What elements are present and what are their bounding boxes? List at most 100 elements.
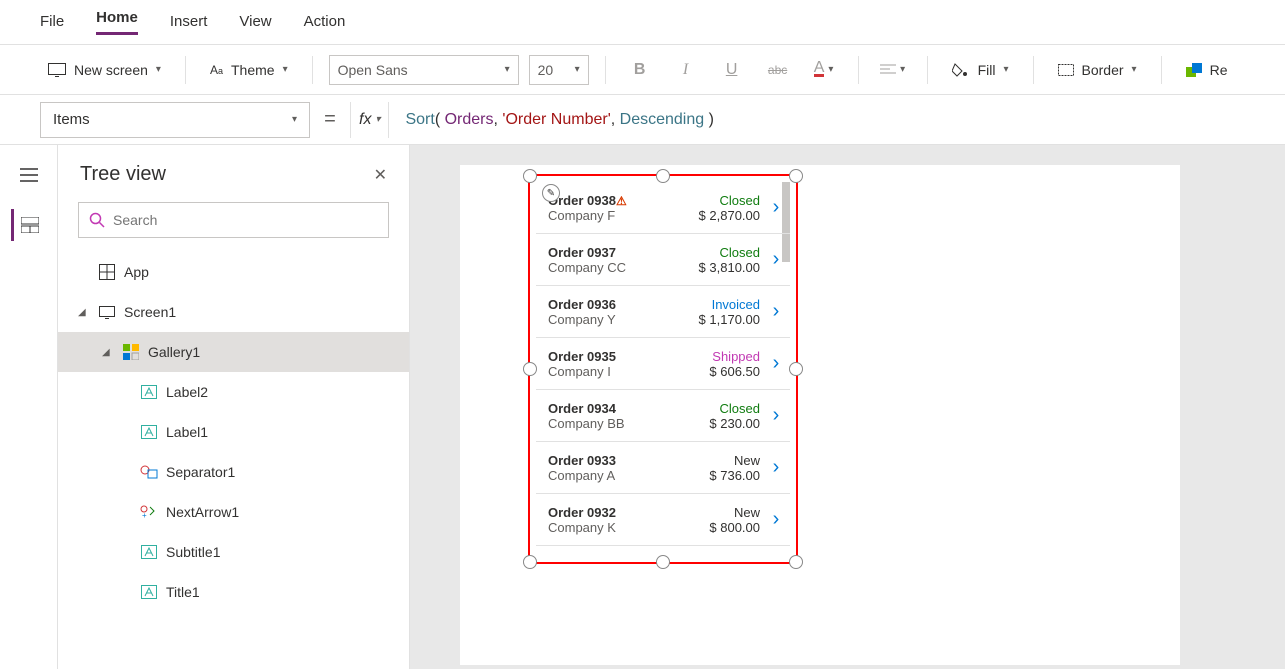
gallery-row[interactable]: Order 0936Company YInvoiced$ 1,170.00› (536, 286, 790, 338)
gallery-row[interactable]: Order 0937Company CCClosed$ 3,810.00› (536, 234, 790, 286)
gallery-row[interactable]: Order 0934Company BBClosed$ 230.00› (536, 390, 790, 442)
theme-label: Theme (231, 62, 275, 78)
screen-icon (98, 303, 116, 321)
order-amount: $ 3,810.00 (690, 260, 760, 275)
strikethrough-button[interactable]: abc (760, 55, 796, 85)
artboard[interactable]: ✎ Order 0938⚠Company FClosed$ 2,870.00›O… (460, 165, 1180, 665)
formula-source: Orders (445, 111, 494, 129)
order-title: Order 0938⚠ (548, 193, 690, 208)
chevron-right-icon[interactable]: › (762, 300, 790, 323)
app-icon (98, 263, 116, 281)
resize-handle[interactable] (656, 169, 670, 183)
label-icon (140, 423, 158, 441)
property-select[interactable]: Items ▾ (40, 102, 310, 138)
order-status: Closed (690, 401, 760, 416)
bold-button[interactable]: B (622, 55, 658, 85)
tree-header: Tree view ✕ (58, 145, 409, 196)
font-size: 20 (538, 62, 554, 78)
menu-view[interactable]: View (239, 13, 271, 32)
resize-handle[interactable] (789, 169, 803, 183)
chevron-down-icon: ▾ (505, 64, 510, 75)
gallery-row[interactable]: Order 0938⚠Company FClosed$ 2,870.00› (536, 182, 790, 234)
edit-pencil-icon[interactable]: ✎ (542, 184, 560, 202)
chevron-right-icon[interactable]: › (762, 404, 790, 427)
border-button[interactable]: Border ▾ (1050, 58, 1145, 82)
icons-icon: + (140, 503, 158, 521)
resize-handle[interactable] (523, 169, 537, 183)
tree-node-app[interactable]: App (58, 252, 409, 292)
resize-handle[interactable] (789, 555, 803, 569)
chevron-right-icon[interactable]: › (762, 508, 790, 531)
search-box[interactable] (78, 202, 389, 238)
tree-node-title1[interactable]: Title1 (58, 572, 409, 612)
chevron-right-icon[interactable]: › (762, 456, 790, 479)
tree-label: Separator1 (166, 464, 235, 480)
order-title: Order 0932 (548, 505, 690, 520)
new-screen-label: New screen (74, 62, 148, 78)
tree-label: App (124, 264, 149, 280)
chevron-right-icon[interactable]: › (762, 196, 790, 219)
font-color-button[interactable]: A ▾ (806, 55, 842, 85)
screen-icon (48, 63, 66, 77)
order-amount: $ 736.00 (690, 468, 760, 483)
selection-box[interactable]: ✎ Order 0938⚠Company FClosed$ 2,870.00›O… (528, 174, 798, 564)
menu-home[interactable]: Home (96, 9, 138, 35)
font-size-select[interactable]: 20 ▾ (529, 55, 589, 85)
italic-button[interactable]: I (668, 55, 704, 85)
chevron-down-icon: ▾ (375, 114, 380, 125)
hamburger-button[interactable] (13, 159, 45, 191)
formula-input[interactable]: Sort( Orders, 'Order Number', Descending… (397, 102, 1275, 138)
chevron-right-icon[interactable]: › (762, 248, 790, 271)
menu-action[interactable]: Action (304, 13, 346, 32)
tree-node-subtitle1[interactable]: Subtitle1 (58, 532, 409, 572)
new-screen-button[interactable]: New screen ▾ (40, 58, 169, 82)
border-label: Border (1082, 62, 1124, 78)
order-status: New (690, 505, 760, 520)
formula-bar: Items ▾ = fx ▾ Sort( Orders, 'Order Numb… (0, 95, 1285, 145)
shape-icon (140, 463, 158, 481)
resize-handle[interactable] (789, 362, 803, 376)
order-amount: $ 230.00 (690, 416, 760, 431)
resize-handle[interactable] (523, 555, 537, 569)
tree-node-separator1[interactable]: Separator1 (58, 452, 409, 492)
tree-node-label1[interactable]: Label1 (58, 412, 409, 452)
theme-button[interactable]: Aa Theme ▾ (202, 58, 296, 82)
separator (1161, 56, 1162, 84)
tree-node-label2[interactable]: Label2 (58, 372, 409, 412)
order-company: Company F (548, 208, 690, 223)
gallery-row[interactable]: Order 0933Company ANew$ 736.00› (536, 442, 790, 494)
equals-sign: = (318, 108, 342, 131)
tree-label: Gallery1 (148, 344, 200, 360)
font-select[interactable]: Open Sans ▾ (329, 55, 519, 85)
search-input[interactable] (113, 212, 378, 228)
font-name: Open Sans (338, 62, 408, 78)
tree-node-gallery[interactable]: ◢ Gallery1 (58, 332, 409, 372)
align-button[interactable]: ▾ (875, 55, 911, 85)
menu-insert[interactable]: Insert (170, 13, 208, 32)
expand-icon[interactable]: ◢ (102, 347, 114, 358)
tree-node-nextarrow1[interactable]: + NextArrow1 (58, 492, 409, 532)
menu-file[interactable]: File (40, 13, 64, 32)
reorder-button[interactable]: Re (1178, 58, 1236, 82)
resize-handle[interactable] (656, 555, 670, 569)
separator (927, 56, 928, 84)
tree-label: Subtitle1 (166, 544, 220, 560)
chevron-down-icon: ▾ (1003, 64, 1008, 75)
fx-button[interactable]: fx ▾ (350, 102, 389, 138)
tree-panel: Tree view ✕ App ◢ (58, 145, 410, 669)
order-company: Company CC (548, 260, 690, 275)
resize-handle[interactable] (523, 362, 537, 376)
tree-view-button[interactable] (11, 209, 43, 241)
tree-node-screen[interactable]: ◢ Screen1 (58, 292, 409, 332)
underline-button[interactable]: U (714, 55, 750, 85)
reorder-label: Re (1210, 62, 1228, 78)
chevron-right-icon[interactable]: › (762, 352, 790, 375)
gallery-control[interactable]: Order 0938⚠Company FClosed$ 2,870.00›Ord… (536, 182, 790, 556)
order-company: Company I (548, 364, 690, 379)
gallery-row[interactable]: Order 0932Company KNew$ 800.00› (536, 494, 790, 546)
fill-button[interactable]: Fill ▾ (944, 58, 1017, 82)
canvas[interactable]: ✎ Order 0938⚠Company FClosed$ 2,870.00›O… (410, 145, 1285, 669)
expand-icon[interactable]: ◢ (78, 307, 90, 318)
gallery-row[interactable]: Order 0935Company IShipped$ 606.50› (536, 338, 790, 390)
close-icon[interactable]: ✕ (374, 165, 387, 185)
